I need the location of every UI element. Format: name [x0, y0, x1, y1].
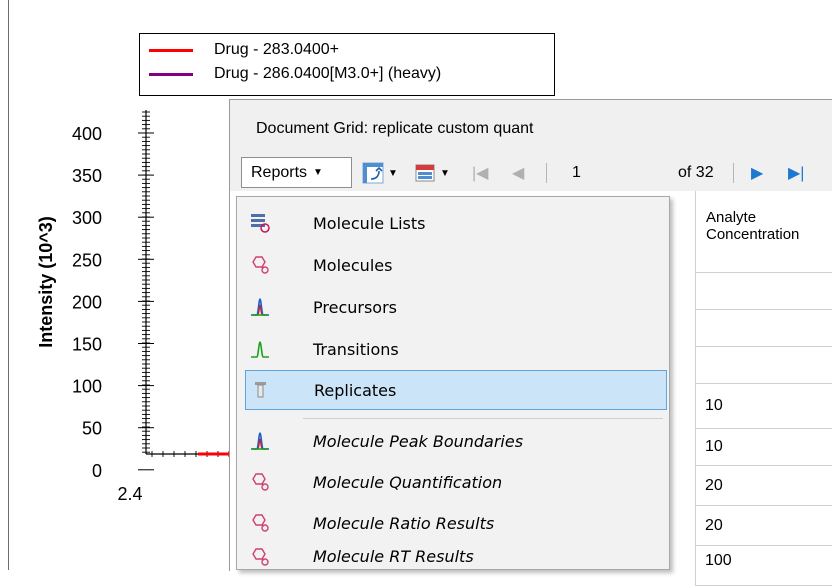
toolbar-separator — [546, 163, 547, 183]
y-tick-label: 250 — [72, 250, 102, 270]
y-tick-label: 150 — [72, 335, 102, 355]
menu-item-label: Molecule Ratio Results — [313, 513, 495, 533]
y-tick-label: 0 — [92, 461, 102, 481]
molecule-icon — [247, 513, 273, 533]
chevron-down-icon: ▼ — [313, 167, 323, 178]
menu-item-molecule-peak-boundaries[interactable]: Molecule Peak Boundaries — [245, 421, 667, 461]
table-cell[interactable]: 10 — [695, 429, 832, 466]
page-number-input[interactable]: 1 — [566, 161, 696, 185]
menu-item-molecule-lists[interactable]: Molecule Lists — [245, 203, 667, 243]
replicate-vial-icon — [248, 380, 274, 400]
reports-dropdown-button[interactable]: Reports ▼ — [241, 157, 352, 188]
y-tick-label: 350 — [72, 166, 102, 186]
table-cell[interactable]: 20 — [695, 506, 832, 546]
precursor-peak-icon — [247, 297, 273, 317]
reports-label: Reports — [251, 163, 308, 181]
chevron-down-icon: ▼ — [388, 167, 398, 179]
y-tick-label: 400 — [72, 124, 102, 144]
legend-swatch-red — [149, 48, 193, 52]
toolbar-separator — [733, 163, 734, 183]
menu-item-molecule-quantification[interactable]: Molecule Quantification — [245, 462, 667, 502]
chevron-down-icon: ▼ — [440, 167, 450, 179]
reports-menu: Molecule Lists Molecules Precursors Tran… — [236, 196, 670, 570]
menu-item-precursors[interactable]: Precursors — [245, 287, 667, 327]
last-page-icon: ▶| — [788, 165, 805, 182]
table-cell[interactable] — [695, 310, 832, 347]
pivot-button[interactable]: ▼ — [362, 161, 398, 185]
menu-item-molecule-rt-results[interactable]: Molecule RT Results — [245, 543, 667, 571]
next-page-icon: ▶ — [751, 165, 764, 182]
page-count: of 32 — [678, 161, 714, 185]
menu-item-label: Molecule Quantification — [313, 472, 503, 492]
legend-item-drug-heavy: Drug - 286.0400[M3.0+] (heavy) — [140, 64, 441, 84]
legend-label: Drug - 286.0400[M3.0+] (heavy) — [214, 65, 442, 82]
menu-separator — [303, 418, 663, 419]
molecule-icon — [247, 547, 273, 567]
menu-item-label: Molecule Lists — [313, 213, 426, 233]
menu-item-molecule-ratio-results[interactable]: Molecule Ratio Results — [245, 503, 667, 543]
menu-item-label: Replicates — [314, 380, 397, 400]
y-tick-label: 100 — [72, 377, 102, 397]
first-page-button[interactable]: |◀ — [472, 161, 488, 185]
next-page-button[interactable]: ▶ — [751, 161, 763, 185]
table-cell[interactable] — [695, 347, 832, 384]
precursor-peak-icon — [247, 431, 273, 451]
previous-page-button[interactable]: ◀ — [512, 161, 524, 185]
transition-peak-icon — [247, 339, 273, 359]
molecule-list-icon — [247, 213, 273, 233]
x-tick-label: 2.4 — [117, 484, 142, 504]
page-number-value: 1 — [572, 164, 581, 181]
molecule-icon — [247, 472, 273, 492]
column-header-analyte-concentration[interactable]: Analyte Concentration — [695, 191, 832, 273]
first-page-icon: |◀ — [472, 165, 489, 182]
menu-item-label: Transitions — [313, 339, 399, 359]
document-grid-toolbar: Reports ▼ ▼ ▼ |◀ ◀ 1 of 32 ▶ ▶| — [230, 154, 832, 190]
menu-item-molecules[interactable]: Molecules — [245, 245, 667, 285]
chart-legend: Drug - 283.0400+ Drug - 286.0400[M3.0+] … — [139, 33, 555, 96]
previous-page-icon: ◀ — [512, 165, 525, 182]
y-tick-label: 200 — [72, 292, 102, 312]
table-cell[interactable]: 20 — [695, 466, 832, 506]
layout-icon — [415, 164, 435, 182]
legend-item-drug-light: Drug - 283.0400+ — [140, 40, 339, 60]
document-grid-title: Document Grid: replicate custom quant — [256, 120, 534, 137]
last-page-button[interactable]: ▶| — [788, 161, 804, 185]
molecule-icon — [247, 255, 273, 275]
legend-label: Drug - 283.0400+ — [214, 41, 339, 58]
menu-item-label: Molecule Peak Boundaries — [313, 431, 524, 451]
menu-item-label: Molecules — [313, 255, 393, 275]
page-count-label: of 32 — [678, 164, 714, 181]
pivot-icon — [362, 162, 384, 184]
table-cell[interactable]: 10 — [695, 384, 832, 429]
table-cell[interactable] — [695, 273, 832, 310]
menu-item-label: Molecule RT Results — [313, 547, 474, 566]
y-tick-label: 300 — [72, 208, 102, 228]
menu-item-label: Precursors — [313, 297, 397, 317]
menu-item-replicates[interactable]: Replicates — [245, 370, 667, 410]
menu-item-transitions[interactable]: Transitions — [245, 329, 667, 369]
y-tick-label: 50 — [82, 419, 102, 439]
y-axis-label: Intensity (10^3) — [36, 216, 56, 348]
legend-swatch-purple — [149, 72, 193, 76]
layout-button[interactable]: ▼ — [414, 161, 450, 185]
table-cell[interactable]: 100 — [695, 546, 832, 586]
